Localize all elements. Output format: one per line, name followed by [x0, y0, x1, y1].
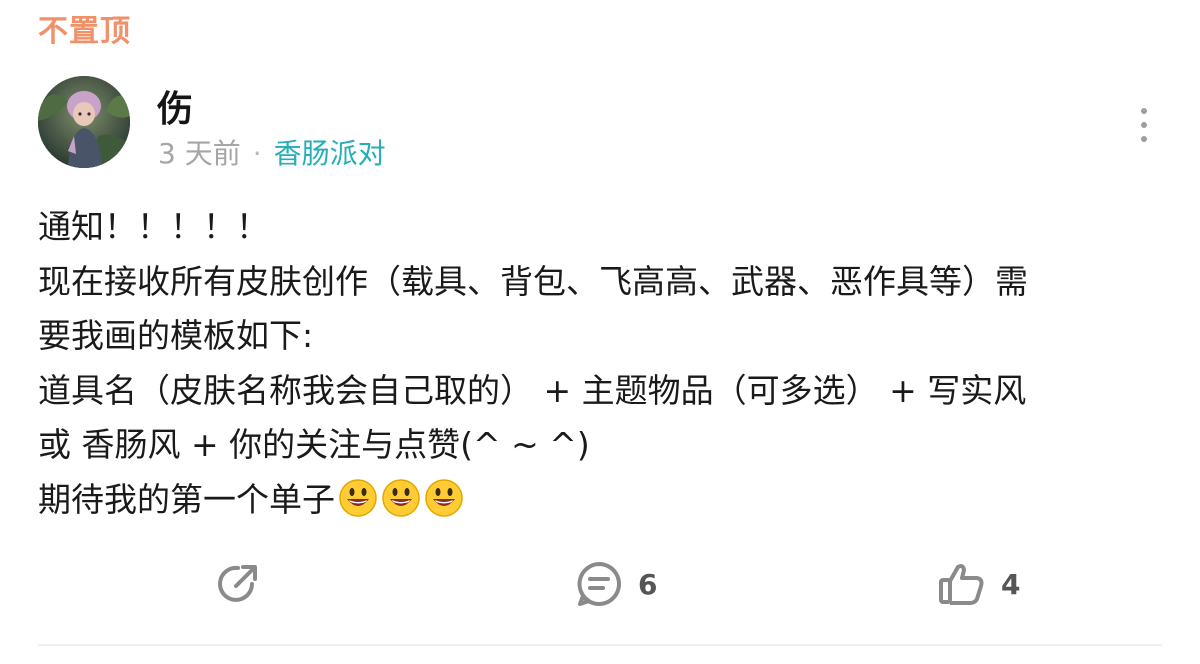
- post-meta: 3 天前 · 香肠派对: [158, 132, 386, 172]
- author-name[interactable]: 伤: [157, 80, 193, 132]
- user-avatar[interactable]: [38, 76, 130, 168]
- smiling-face-emoji: [382, 478, 420, 517]
- share-icon: [218, 565, 257, 602]
- circle-link[interactable]: 香肠派对: [274, 137, 386, 170]
- unpin-button[interactable]: 不置顶: [38, 6, 131, 50]
- post-content: 通知！！！！！ 现在接收所有皮肤创作（载具、背包、飞高高、武器、恶作具等）需 要…: [38, 200, 1168, 527]
- meta-separator: ·: [252, 137, 262, 170]
- comment-count: 6: [638, 567, 658, 601]
- post-line-text: 期待我的第一个单子: [38, 479, 335, 519]
- like-button[interactable]: 4: [937, 556, 1020, 612]
- comment-button[interactable]: 6: [574, 556, 657, 612]
- thumbs-up-icon: [939, 564, 984, 605]
- post-time: 3 天前: [158, 137, 241, 170]
- smiling-face-emoji: [425, 478, 463, 517]
- share-button[interactable]: [214, 556, 262, 612]
- smiling-face-emoji: [339, 478, 377, 517]
- more-options-icon[interactable]: [1130, 108, 1158, 142]
- divider: [38, 644, 1162, 646]
- like-count: 4: [1001, 567, 1021, 601]
- post-line: 通知！！！！！: [38, 207, 269, 246]
- post-line: 道具名（皮肤名称我会自己取的） + 主题物品（可多选） + 写实风: [38, 370, 1027, 410]
- comment-icon: [577, 562, 621, 606]
- post-line: 现在接收所有皮肤创作（载具、背包、飞高高、武器、恶作具等）需: [38, 261, 1028, 301]
- post-line: 或 香肠风 + 你的关注与点赞(^ ~ ^): [38, 425, 590, 464]
- post-line: 要我画的模板如下:: [38, 316, 314, 355]
- post-line-last: 期待我的第一个单子: [38, 473, 1168, 528]
